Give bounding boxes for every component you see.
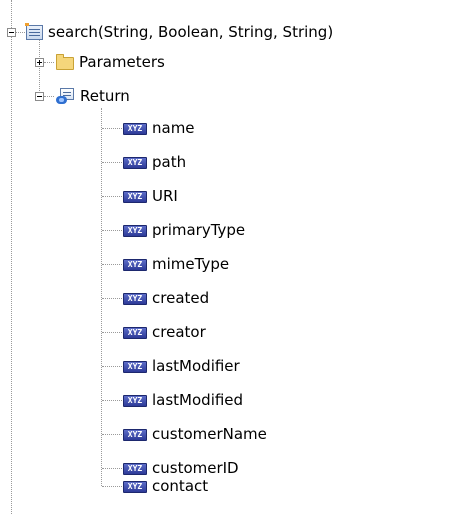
field-item-creator[interactable]: XYZ creator bbox=[123, 319, 206, 345]
field-label: URI bbox=[152, 187, 178, 205]
return-collapse-toggle[interactable] bbox=[35, 92, 44, 101]
return-label: Return bbox=[80, 87, 130, 105]
field-label: lastModified bbox=[152, 391, 244, 409]
structure-tree: search(String, Boolean, String, String) … bbox=[0, 0, 453, 514]
xyz-type-icon: XYZ bbox=[123, 292, 147, 305]
parameters-connector bbox=[44, 62, 54, 63]
field-label: contact bbox=[152, 477, 209, 495]
field-label: mimeType bbox=[152, 255, 230, 273]
field-label: primaryType bbox=[152, 221, 246, 239]
field-connector bbox=[102, 434, 122, 435]
root-trunk-line bbox=[11, 0, 12, 514]
field-item-contact[interactable]: XYZ contact bbox=[123, 473, 208, 499]
field-label: created bbox=[152, 289, 210, 307]
field-label: path bbox=[152, 153, 187, 171]
field-connector bbox=[102, 162, 122, 163]
field-connector bbox=[102, 332, 122, 333]
method-label: search(String, Boolean, String, String) bbox=[48, 23, 334, 41]
xyz-type-icon: XYZ bbox=[123, 122, 147, 135]
field-item-lastmodified[interactable]: XYZ lastModified bbox=[123, 387, 243, 413]
xyz-type-icon: XYZ bbox=[123, 258, 147, 271]
field-connector bbox=[102, 230, 122, 231]
field-connector bbox=[102, 486, 122, 487]
method-node[interactable]: search(String, Boolean, String, String) bbox=[25, 19, 334, 45]
field-item-uri[interactable]: XYZ URI bbox=[123, 183, 178, 209]
field-item-path[interactable]: XYZ path bbox=[123, 149, 186, 175]
xyz-type-icon: XYZ bbox=[123, 190, 147, 203]
field-label: creator bbox=[152, 323, 206, 341]
field-item-lastmodifier[interactable]: XYZ lastModifier bbox=[123, 353, 240, 379]
field-item-created[interactable]: XYZ created bbox=[123, 285, 209, 311]
xyz-type-icon: XYZ bbox=[123, 156, 147, 169]
method-collapse-toggle[interactable] bbox=[7, 28, 16, 37]
return-node[interactable]: Return bbox=[56, 83, 130, 109]
method-connector bbox=[16, 32, 25, 33]
field-connector bbox=[102, 264, 122, 265]
return-icon bbox=[56, 87, 75, 105]
method-icon bbox=[25, 22, 43, 40]
xyz-type-icon: XYZ bbox=[123, 326, 147, 339]
return-connector bbox=[44, 96, 54, 97]
field-label: name bbox=[152, 119, 195, 137]
field-item-customername[interactable]: XYZ customerName bbox=[123, 421, 267, 447]
field-label: customerName bbox=[152, 425, 267, 443]
field-item-name[interactable]: XYZ name bbox=[123, 115, 195, 141]
field-label: lastModifier bbox=[152, 357, 240, 375]
parameters-node[interactable]: Parameters bbox=[56, 49, 165, 75]
field-item-primarytype[interactable]: XYZ primaryType bbox=[123, 217, 245, 243]
folder-icon bbox=[56, 54, 74, 70]
xyz-type-icon: XYZ bbox=[123, 360, 147, 373]
field-connector bbox=[102, 400, 122, 401]
field-connector bbox=[102, 128, 122, 129]
field-connector bbox=[102, 196, 122, 197]
parameters-expand-toggle[interactable] bbox=[35, 58, 44, 67]
xyz-type-icon: XYZ bbox=[123, 428, 147, 441]
parameters-label: Parameters bbox=[79, 53, 165, 71]
field-item-mimetype[interactable]: XYZ mimeType bbox=[123, 251, 229, 277]
return-children-line bbox=[101, 108, 102, 486]
xyz-type-icon: XYZ bbox=[123, 224, 147, 237]
xyz-type-icon: XYZ bbox=[123, 394, 147, 407]
xyz-type-icon: XYZ bbox=[123, 480, 147, 493]
field-connector bbox=[102, 298, 122, 299]
field-connector bbox=[102, 366, 122, 367]
field-connector bbox=[102, 468, 122, 469]
